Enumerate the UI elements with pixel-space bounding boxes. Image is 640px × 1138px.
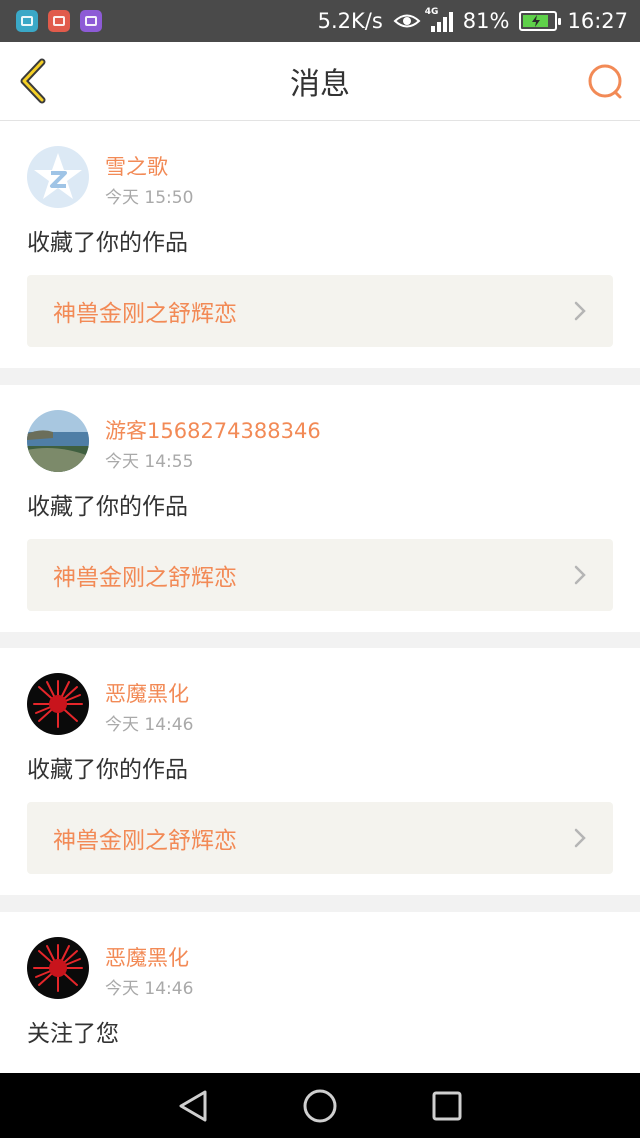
timestamp: 今天 15:50 — [105, 188, 194, 208]
nav-back-button[interactable] — [171, 1084, 215, 1128]
action-text: 关注了您 — [27, 1021, 119, 1047]
work-title: 神兽金刚之舒辉恋 — [53, 565, 237, 591]
nav-home-button[interactable] — [298, 1084, 342, 1128]
network-type: 4G — [424, 7, 439, 17]
net-speed: 5.2K/s — [317, 9, 383, 33]
red-flower-avatar-icon — [27, 673, 89, 735]
action-text: 收藏了你的作品 — [27, 757, 188, 783]
app-notification-icon-red — [48, 10, 70, 32]
default-avatar-icon — [27, 146, 89, 208]
work-link[interactable]: 神兽金刚之舒辉恋 — [27, 275, 613, 347]
eye-comfort-icon — [393, 14, 421, 28]
status-bar: 5.2K/s 4G 81% 16:27 — [0, 0, 640, 42]
username[interactable]: 恶魔黑化 — [105, 942, 189, 972]
messages-screen: 5.2K/s 4G 81% 16:27 消息 雪之歌 今天 15:50 收藏了你… — [0, 0, 640, 1138]
system-nav-bar — [0, 1073, 640, 1138]
home-circle-icon — [303, 1089, 337, 1122]
nav-recents-button[interactable] — [425, 1084, 469, 1128]
app-notification-icon-teal — [16, 10, 38, 32]
chevron-right-icon — [574, 828, 586, 848]
search-icon[interactable] — [586, 62, 626, 102]
message-card: 雪之歌 今天 15:50 收藏了你的作品 神兽金刚之舒辉恋 — [0, 121, 640, 368]
app-header: 消息 — [0, 42, 640, 121]
battery-icon — [519, 11, 562, 31]
action-text: 收藏了你的作品 — [27, 230, 188, 256]
avatar[interactable] — [27, 146, 89, 208]
notification-icons — [16, 10, 102, 32]
back-button[interactable] — [14, 56, 54, 106]
message-card: 游客1568274388346 今天 14:55 收藏了你的作品 神兽金刚之舒辉… — [0, 385, 640, 632]
page-title: 消息 — [290, 67, 350, 102]
charging-bolt-icon — [531, 15, 540, 27]
back-triangle-icon — [179, 1090, 207, 1121]
work-link[interactable]: 神兽金刚之舒辉恋 — [27, 802, 613, 874]
signal-icon: 4G — [425, 7, 453, 32]
avatar[interactable] — [27, 673, 89, 735]
battery-percent: 81% — [462, 9, 510, 33]
action-text: 收藏了你的作品 — [27, 494, 188, 520]
message-card: 恶魔黑化 今天 14:46 收藏了你的作品 神兽金刚之舒辉恋 — [0, 648, 640, 895]
clock: 16:27 — [567, 9, 628, 33]
avatar[interactable] — [27, 937, 89, 999]
work-title: 神兽金刚之舒辉恋 — [53, 301, 237, 327]
username[interactable]: 雪之歌 — [105, 151, 168, 181]
app-notification-icon-purple — [80, 10, 102, 32]
work-link[interactable]: 神兽金刚之舒辉恋 — [27, 539, 613, 611]
message-card: 恶魔黑化 今天 14:46 关注了您 — [0, 912, 640, 1082]
timestamp: 今天 14:46 — [105, 979, 194, 999]
avatar[interactable] — [27, 410, 89, 472]
recents-square-icon — [432, 1091, 462, 1120]
seascape-avatar-icon — [27, 410, 89, 472]
chevron-right-icon — [574, 565, 586, 585]
work-title: 神兽金刚之舒辉恋 — [53, 828, 237, 854]
username[interactable]: 恶魔黑化 — [105, 678, 189, 708]
username[interactable]: 游客1568274388346 — [105, 415, 321, 445]
red-flower-avatar-icon — [27, 937, 89, 999]
chevron-right-icon — [574, 301, 586, 321]
timestamp: 今天 14:55 — [105, 452, 194, 472]
timestamp: 今天 14:46 — [105, 715, 194, 735]
